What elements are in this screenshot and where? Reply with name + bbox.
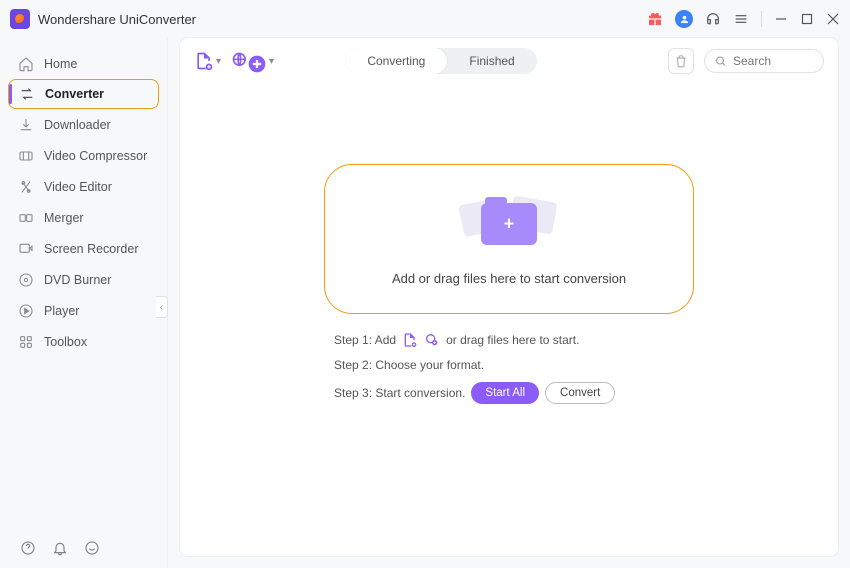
minimize-button[interactable] [774, 12, 788, 26]
folder-icon: + [459, 193, 559, 253]
converter-icon [19, 86, 35, 102]
search-box[interactable] [704, 49, 824, 73]
support-icon[interactable] [705, 11, 721, 27]
player-icon [18, 303, 34, 319]
tab-finished[interactable]: Finished [447, 48, 536, 74]
content-area: + Add or drag files here to start conver… [180, 84, 838, 556]
editor-icon [18, 179, 34, 195]
sidebar-item-label: Downloader [44, 118, 111, 132]
sidebar-footer [0, 528, 167, 568]
sidebar-item-label: Converter [45, 87, 104, 101]
sidebar-item-toolbox[interactable]: Toolbox [0, 326, 167, 357]
app-logo-icon [10, 9, 30, 29]
sidebar-item-video-editor[interactable]: Video Editor [0, 171, 167, 202]
sidebar-item-label: Video Editor [44, 180, 112, 194]
sidebar-item-converter[interactable]: Converter [8, 79, 159, 109]
dvd-icon [18, 272, 34, 288]
step-2: Step 2: Choose your format. [334, 358, 684, 372]
dropzone[interactable]: + Add or drag files here to start conver… [324, 164, 694, 314]
sidebar-item-dvd-burner[interactable]: DVD Burner [0, 264, 167, 295]
sidebar-item-label: Screen Recorder [44, 242, 139, 256]
tabs-segmented: Converting Finished [345, 48, 536, 74]
hamburger-menu-icon[interactable] [733, 11, 749, 27]
sidebar-item-video-compressor[interactable]: Video Compressor [0, 140, 167, 171]
user-avatar-icon[interactable] [675, 10, 693, 28]
chevron-down-icon: ▾ [216, 56, 221, 67]
sidebar-item-player[interactable]: Player [0, 295, 167, 326]
sidebar-collapse-handle[interactable]: ‹ [156, 296, 168, 318]
maximize-button[interactable] [800, 12, 814, 26]
step-1: Step 1: Add or drag files here to start. [334, 332, 684, 348]
toolbar: ▾ ▾ Converting Finished [180, 38, 838, 84]
add-file-button[interactable]: ▾ [194, 51, 221, 71]
nav-list: Home Converter Downloader Video Compress… [0, 38, 167, 367]
dropzone-text: Add or drag files here to start conversi… [392, 271, 626, 286]
feedback-icon[interactable] [84, 540, 100, 556]
help-icon[interactable] [20, 540, 36, 556]
sidebar-item-label: Toolbox [44, 335, 87, 349]
sidebar-item-home[interactable]: Home [0, 48, 167, 79]
add-file-icon [194, 51, 214, 71]
sidebar-item-downloader[interactable]: Downloader [0, 109, 167, 140]
search-input[interactable] [733, 54, 813, 68]
search-icon [715, 55, 727, 68]
add-file-icon [402, 332, 418, 348]
merger-icon [18, 210, 34, 226]
titlebar: Wondershare UniConverter [0, 0, 850, 38]
sidebar: Home Converter Downloader Video Compress… [0, 38, 168, 568]
gift-icon[interactable] [647, 11, 663, 27]
main-panel: ▾ ▾ Converting Finished + [180, 38, 838, 556]
step-3: Step 3: Start conversion. Start All Conv… [334, 382, 684, 404]
tab-converting[interactable]: Converting [345, 48, 447, 74]
bell-icon[interactable] [52, 540, 68, 556]
sidebar-item-label: Home [44, 57, 77, 71]
sidebar-item-merger[interactable]: Merger [0, 202, 167, 233]
home-icon [18, 56, 34, 72]
sidebar-item-label: DVD Burner [44, 273, 111, 287]
toolbox-icon [18, 334, 34, 350]
recorder-icon [18, 241, 34, 257]
close-button[interactable] [826, 12, 840, 26]
steps-panel: Step 1: Add or drag files here to start.… [324, 328, 694, 422]
sidebar-item-screen-recorder[interactable]: Screen Recorder [0, 233, 167, 264]
sidebar-item-label: Player [44, 304, 79, 318]
add-url-icon [424, 332, 440, 348]
app-title: Wondershare UniConverter [38, 12, 196, 27]
sidebar-item-label: Video Compressor [44, 149, 147, 163]
sidebar-item-label: Merger [44, 211, 84, 225]
convert-button[interactable]: Convert [545, 382, 615, 404]
delete-button[interactable] [668, 48, 694, 74]
compress-icon [18, 148, 34, 164]
add-url-button[interactable]: ▾ [231, 48, 274, 74]
trash-icon [674, 54, 688, 68]
start-all-button[interactable]: Start All [471, 382, 539, 404]
chevron-down-icon: ▾ [269, 56, 274, 67]
download-icon [18, 117, 34, 133]
